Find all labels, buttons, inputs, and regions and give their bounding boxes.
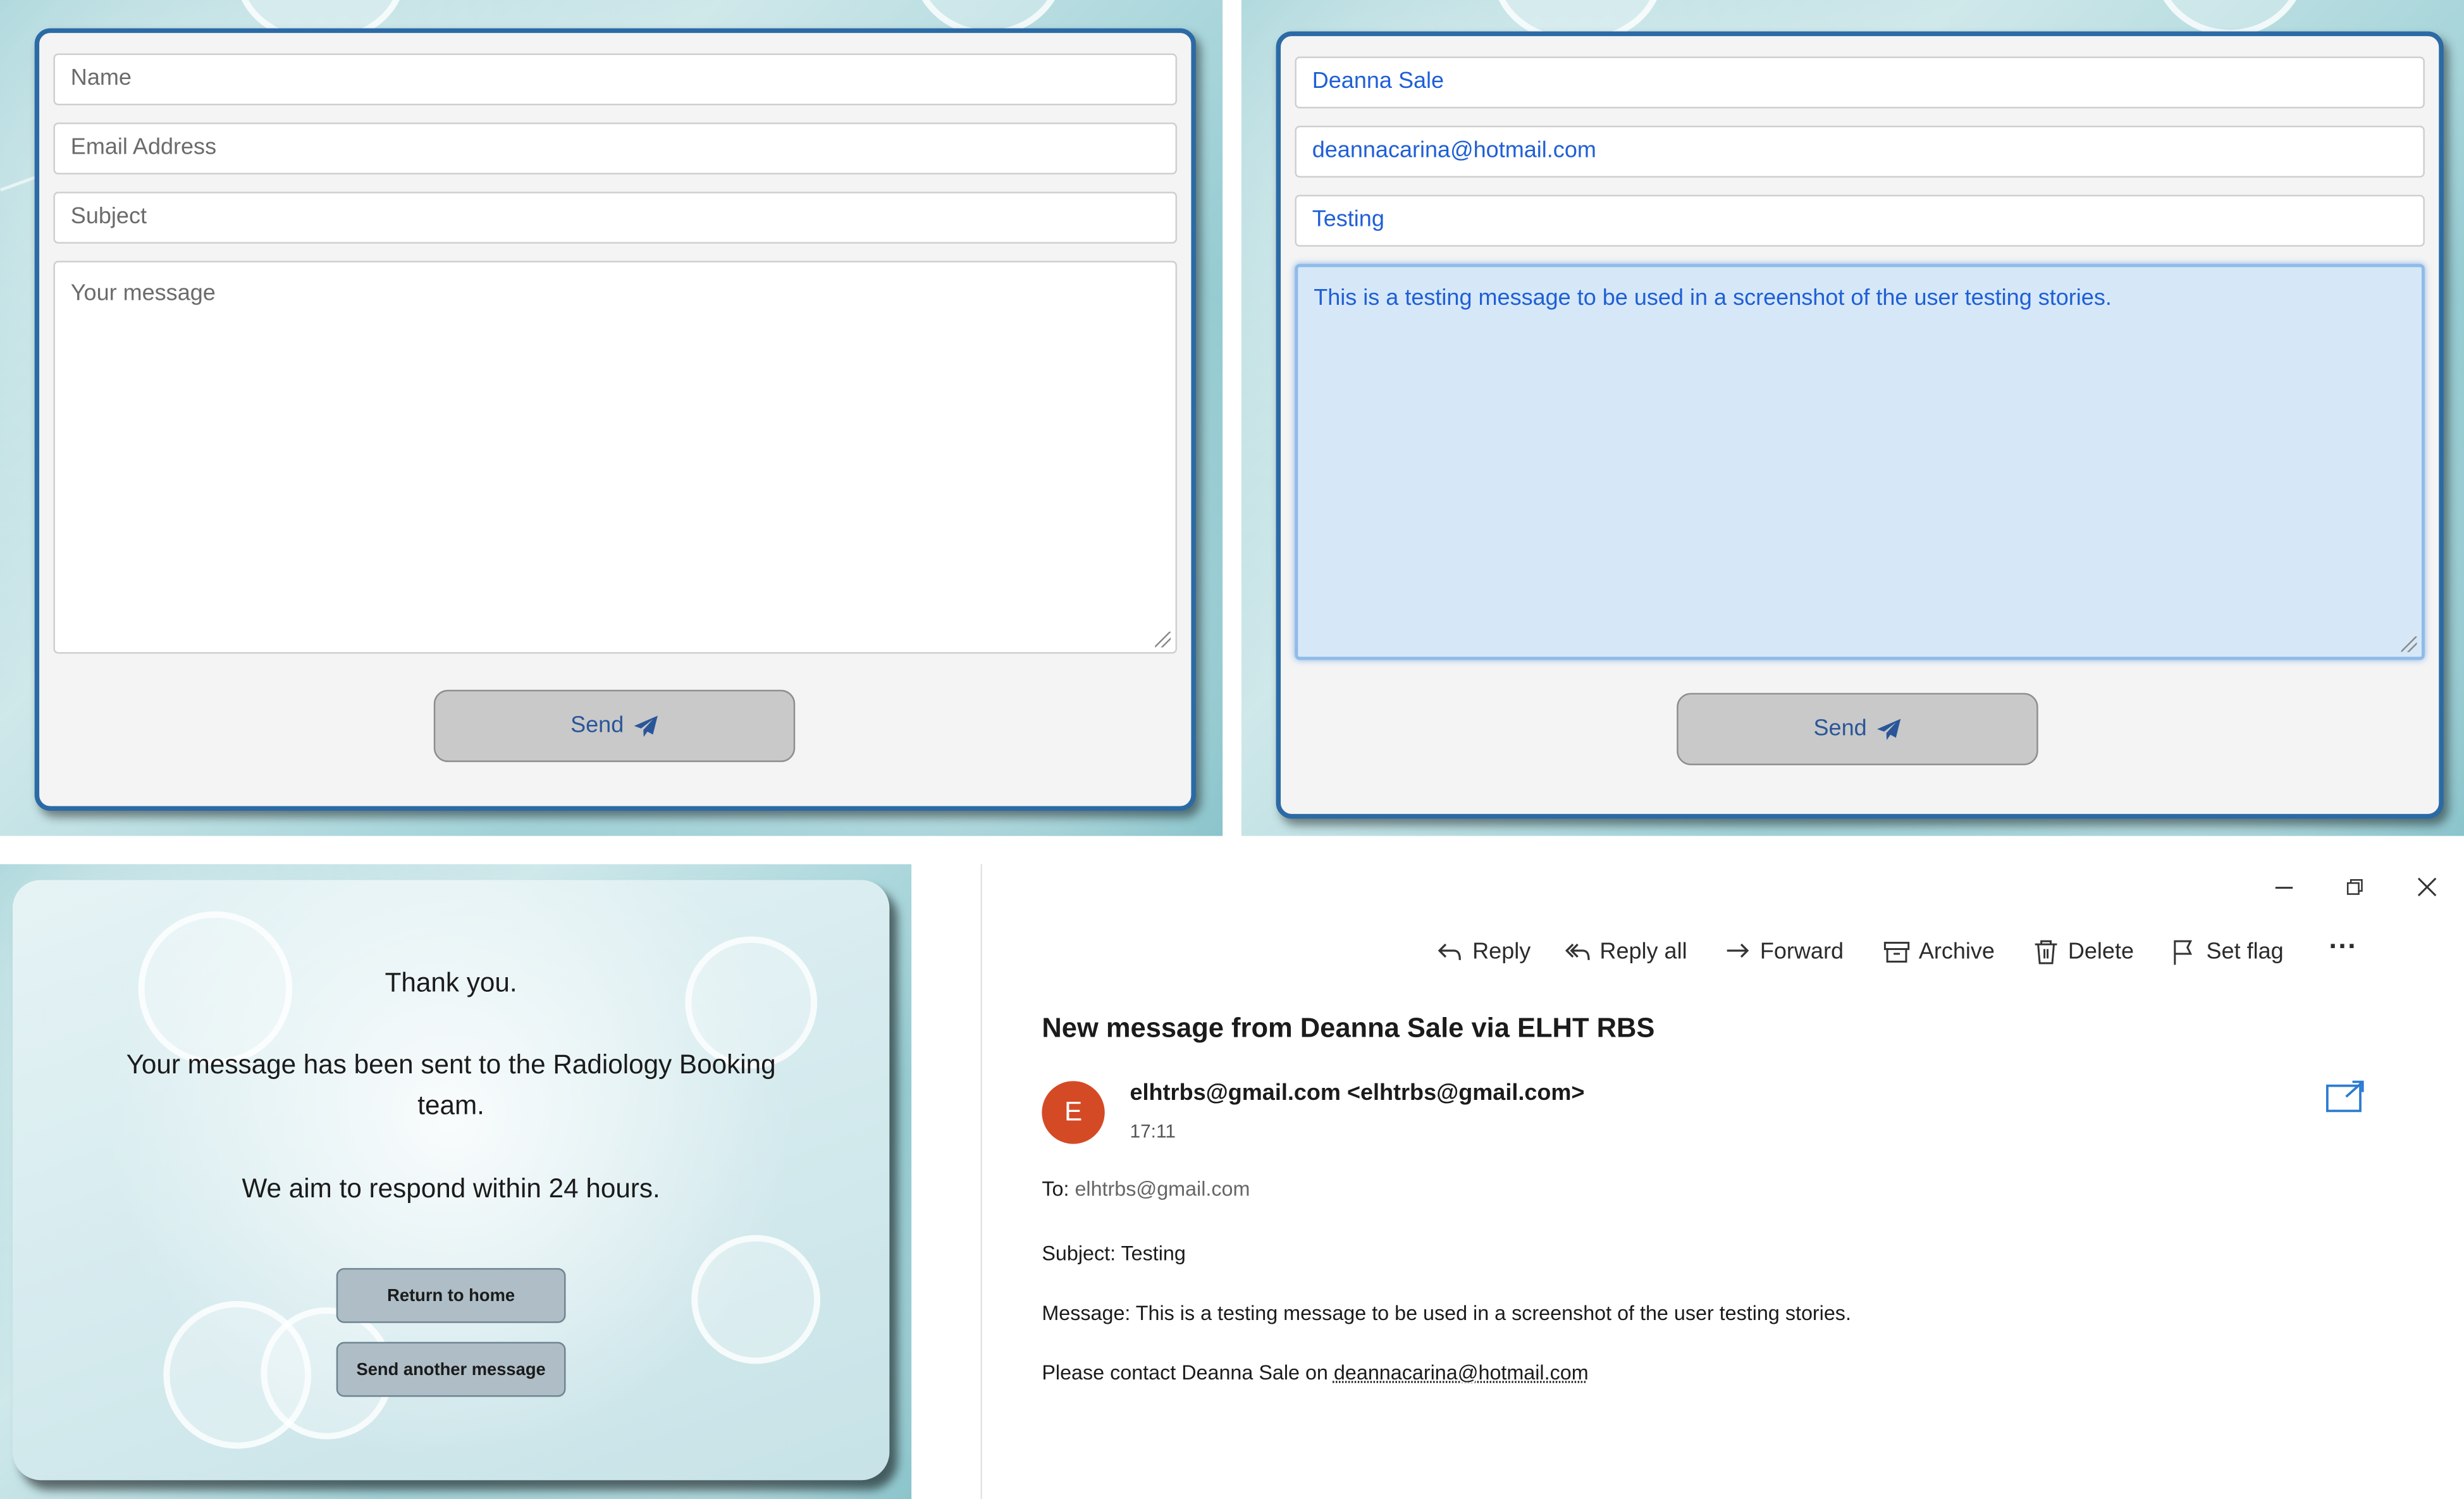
delete-label: Delete [2067, 939, 2134, 965]
reply-icon [1438, 943, 1461, 960]
set-flag-button[interactable]: Set flag [2170, 938, 2284, 966]
contact-line: Please contact Deanna Sale on deannacari… [1042, 1360, 1588, 1384]
archive-icon [1883, 942, 1910, 963]
confirmation-card: Thank you. Your message has been sent to… [12, 880, 890, 1481]
forward-icon [1727, 943, 1749, 958]
to-label: To: [1042, 1176, 1069, 1201]
subject-input[interactable]: Subject [53, 192, 1178, 244]
message-text: This is a testing message to be used in … [1314, 286, 2112, 311]
reply-label: Reply [1472, 939, 1531, 965]
message-placeholder: Your message [70, 281, 216, 307]
empty-contact-form: Name Email Address Subject Your message … [34, 28, 1196, 811]
paper-plane-icon [1876, 718, 1901, 739]
close-icon[interactable] [2417, 877, 2439, 906]
filled-contact-form: Deanna Sale deannacarina@hotmail.com Tes… [1276, 31, 2444, 819]
mail-subject-heading: New message from Deanna Sale via ELHT RB… [1042, 1011, 1655, 1044]
body-subject: Subject: Testing [1042, 1241, 1186, 1265]
sender-address: elhtrbs@gmail.com <elhtrbs@gmail.com> [1130, 1081, 1585, 1106]
minimize-icon[interactable] [2274, 877, 2296, 906]
to-line: To: elhtrbs@gmail.com [1042, 1177, 1250, 1200]
forward-label: Forward [1759, 939, 1844, 965]
email-input[interactable]: deannacarina@hotmail.com [1295, 125, 2425, 178]
to-address: elhtrbs@gmail.com [1075, 1176, 1250, 1201]
flag-icon [2174, 940, 2193, 965]
resize-grip-icon[interactable] [2401, 636, 2417, 652]
set-flag-label: Set flag [2206, 939, 2284, 965]
mail-window: Reply Reply all Forward Archive Delete S… [980, 864, 2464, 1499]
reply-all-label: Reply all [1599, 939, 1687, 965]
send-label: Send [1813, 716, 1867, 742]
reply-button[interactable]: Reply [1436, 938, 1531, 966]
thank-you-heading: Thank you. [385, 968, 517, 998]
body-message: Message: This is a testing message to be… [1042, 1301, 1851, 1325]
forward-button[interactable]: Forward [1724, 938, 1844, 966]
user-bubble-icon [691, 1235, 821, 1364]
resize-grip-icon[interactable] [1155, 631, 1171, 648]
more-actions-icon[interactable]: ··· [2329, 930, 2357, 963]
name-input[interactable]: Deanna Sale [1295, 56, 2425, 109]
reply-all-button[interactable]: Reply all [1563, 938, 1687, 966]
screenshot-collage: Name Email Address Subject Your message … [0, 0, 2464, 1499]
message-textarea[interactable]: This is a testing message to be used in … [1295, 264, 2425, 660]
restore-icon[interactable] [2344, 877, 2367, 906]
email-input[interactable]: Email Address [53, 122, 1178, 175]
sent-confirmation-text: Your message has been sent to the Radiol… [126, 1049, 776, 1121]
avatar: E [1042, 1081, 1105, 1144]
decor-bubble [2153, 0, 2307, 37]
paper-plane-icon [634, 715, 658, 736]
pop-out-icon[interactable] [2325, 1080, 2367, 1122]
archive-label: Archive [1918, 939, 1995, 965]
send-another-button[interactable]: Send another message [336, 1342, 566, 1397]
send-button[interactable]: Send [1677, 693, 2038, 765]
reply-all-icon [1565, 943, 1590, 960]
response-time-text: We aim to respond within 24 hours. [242, 1173, 660, 1204]
subject-input[interactable]: Testing [1295, 195, 2425, 247]
return-home-button[interactable]: Return to home [336, 1268, 566, 1323]
delete-button[interactable]: Delete [2032, 938, 2134, 966]
archive-button[interactable]: Archive [1883, 938, 1995, 966]
contact-prefix: Please contact Deanna Sale on [1042, 1360, 1328, 1385]
message-textarea[interactable]: Your message [53, 261, 1178, 654]
send-label: Send [570, 713, 624, 739]
send-button[interactable]: Send [433, 689, 796, 762]
trash-icon [2035, 940, 2057, 965]
sent-time: 17:11 [1130, 1120, 1176, 1143]
name-input[interactable]: Name [53, 53, 1178, 106]
contact-email-link[interactable]: deannacarina@hotmail.com [1334, 1360, 1589, 1384]
